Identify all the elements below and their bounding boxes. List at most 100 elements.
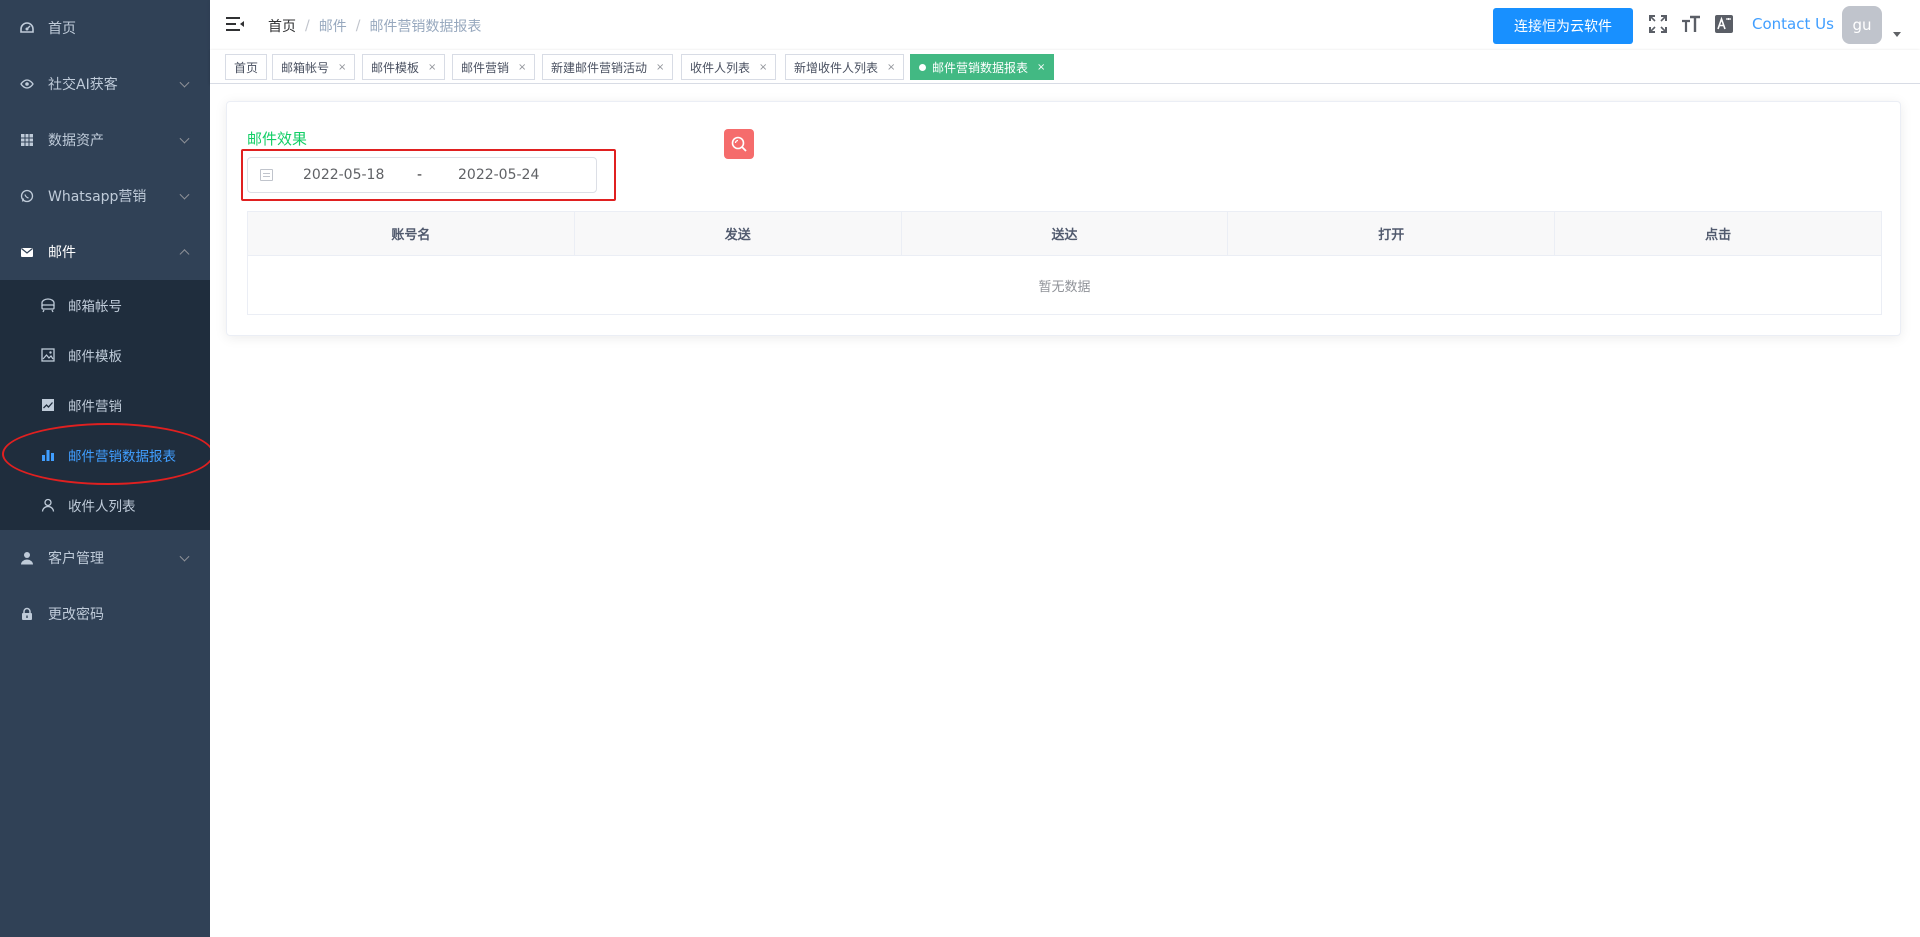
close-icon[interactable]: ×	[518, 62, 526, 73]
navbar: 首页 / 邮件 / 邮件营销数据报表 连接恒为云软件 Contact Us gu	[210, 0, 1920, 50]
date-start[interactable]: 2022-05-18	[303, 167, 384, 183]
submenu-item-label: 邮箱帐号	[68, 299, 122, 315]
sidebar-item-label: 数据资产	[48, 133, 104, 149]
line-chart-icon	[40, 397, 56, 413]
sidebar-item-mail-template[interactable]: 邮件模板	[0, 330, 210, 380]
card-title: 邮件效果	[247, 130, 308, 148]
sidebar-item-recipient-list[interactable]: 收件人列表	[0, 480, 210, 530]
breadcrumb-separator: /	[355, 18, 361, 34]
sidebar-item-mail-marketing[interactable]: 邮件营销	[0, 380, 210, 430]
tags-view: 首页 邮箱帐号 × 邮件模板 × 邮件营销 × 新建邮件营销活动 × 收件人列表…	[210, 50, 1920, 84]
tag-label: 邮箱帐号	[281, 60, 330, 75]
empty-state-text: 暂无数据	[1038, 279, 1091, 295]
chevron-down-icon	[179, 77, 190, 88]
chevron-down-icon	[179, 551, 190, 562]
hamburger-icon[interactable]	[226, 16, 244, 32]
sidebar-item-social-ai[interactable]: 社交AI获客	[0, 56, 210, 112]
tag-mail-template[interactable]: 邮件模板 ×	[362, 54, 446, 80]
sidebar-item-label: 首页	[48, 21, 76, 37]
chevron-down-icon	[179, 133, 190, 144]
tag-mail-report[interactable]: 邮件营销数据报表 ×	[910, 54, 1055, 80]
close-icon[interactable]: ×	[759, 62, 767, 73]
tag-label: 收件人列表	[690, 60, 751, 75]
column-header-account[interactable]: 账号名	[248, 212, 575, 255]
submenu-item-label: 邮件营销	[68, 399, 122, 415]
sidebar-item-whatsapp[interactable]: Whatsapp营销	[0, 168, 210, 224]
chevron-down-icon	[179, 189, 190, 200]
tag-mailbox-account[interactable]: 邮箱帐号 ×	[272, 54, 356, 80]
date-separator: -	[417, 167, 423, 183]
mail-icon	[20, 245, 34, 259]
report-card: 邮件效果 2022-05-18 - 2022-05-24 账号名 发送 送达 打…	[226, 101, 1901, 336]
sidebar-item-label: Whatsapp营销	[48, 189, 147, 205]
image-icon	[40, 347, 56, 363]
breadcrumb-mail: 邮件	[318, 19, 347, 35]
column-header-sent[interactable]: 发送	[575, 212, 902, 255]
contact-us-link[interactable]: Contact Us	[1752, 15, 1834, 33]
tag-label: 邮件营销	[461, 60, 510, 75]
column-header-clicked[interactable]: 点击	[1555, 212, 1881, 255]
report-table: 账号名 发送 送达 打开 点击 暂无数据	[247, 211, 1882, 315]
avatar[interactable]: gu	[1842, 6, 1882, 44]
fullscreen-icon[interactable]	[1648, 14, 1668, 34]
app-root: 首页 社交AI获客 数据资产 Whatsapp营销 邮件 邮箱帐号 邮件模板 邮…	[0, 0, 1920, 937]
tag-mail-marketing[interactable]: 邮件营销 ×	[452, 54, 536, 80]
breadcrumb-current: 邮件营销数据报表	[369, 19, 482, 35]
user-icon	[20, 551, 34, 565]
sidebar-item-mailbox-account[interactable]: 邮箱帐号	[0, 280, 210, 330]
person-icon	[40, 497, 56, 513]
tag-label: 新增收件人列表	[794, 60, 879, 75]
date-range-picker[interactable]: 2022-05-18 - 2022-05-24	[247, 157, 597, 193]
sidebar-item-mail-report[interactable]: 邮件营销数据报表	[0, 430, 210, 480]
close-icon[interactable]: ×	[887, 62, 895, 73]
column-header-opened[interactable]: 打开	[1228, 212, 1556, 255]
calendar-icon	[260, 169, 273, 181]
tag-label: 首页	[234, 60, 259, 75]
lock-icon	[20, 607, 34, 621]
mailbox-icon	[40, 297, 56, 313]
breadcrumb-separator: /	[305, 18, 310, 34]
tag-home[interactable]: 首页	[225, 54, 268, 80]
breadcrumb: 首页 / 邮件 / 邮件营销数据报表	[268, 16, 481, 36]
active-dot	[919, 63, 926, 71]
tag-label: 邮件模板	[371, 60, 420, 75]
date-end[interactable]: 2022-05-24	[458, 167, 539, 183]
submenu-item-label: 邮件模板	[68, 349, 122, 365]
sidebar-item-mail[interactable]: 邮件	[0, 224, 210, 280]
close-icon[interactable]: ×	[428, 62, 436, 73]
translate-icon[interactable]	[1714, 14, 1734, 34]
search-icon	[731, 136, 747, 152]
sidebar: 首页 社交AI获客 数据资产 Whatsapp营销 邮件 邮箱帐号 邮件模板 邮…	[0, 0, 214, 937]
tag-label: 邮件营销数据报表	[932, 60, 1029, 75]
whatsapp-icon	[20, 189, 34, 203]
sidebar-item-label: 更改密码	[48, 607, 104, 623]
column-header-delivered[interactable]: 送达	[902, 212, 1229, 255]
tag-recipient-list[interactable]: 收件人列表 ×	[681, 54, 777, 80]
sidebar-item-data-assets[interactable]: 数据资产	[0, 112, 210, 168]
font-size-icon[interactable]	[1681, 14, 1701, 34]
sidebar-item-home[interactable]: 首页	[0, 0, 210, 56]
sidebar-item-label: 社交AI获客	[48, 77, 118, 93]
caret-down-icon[interactable]	[1893, 32, 1901, 37]
close-icon[interactable]: ×	[338, 62, 346, 73]
main-content: 邮件效果 2022-05-18 - 2022-05-24 账号名 发送 送达 打…	[210, 84, 1920, 937]
sidebar-item-label: 邮件	[48, 245, 76, 261]
table-header: 账号名 发送 送达 打开 点击	[248, 212, 1881, 256]
submenu-item-label: 收件人列表	[68, 499, 136, 515]
sidebar-item-label: 客户管理	[48, 551, 104, 567]
close-icon[interactable]: ×	[1037, 62, 1045, 73]
breadcrumb-home[interactable]: 首页	[268, 16, 296, 36]
sidebar-item-change-password[interactable]: 更改密码	[0, 586, 210, 642]
table-icon	[20, 133, 34, 147]
tag-new-recipient-list[interactable]: 新增收件人列表 ×	[785, 54, 905, 80]
eye-icon	[20, 77, 34, 91]
tag-label: 新建邮件营销活动	[551, 60, 648, 75]
close-icon[interactable]: ×	[656, 62, 664, 73]
connect-cloud-button[interactable]: 连接恒为云软件	[1493, 8, 1633, 44]
dashboard-icon	[20, 21, 34, 35]
sidebar-item-customer-mgmt[interactable]: 客户管理	[0, 530, 210, 586]
bar-chart-icon	[40, 447, 56, 463]
tag-new-campaign[interactable]: 新建邮件营销活动 ×	[542, 54, 674, 80]
mail-submenu: 邮箱帐号 邮件模板 邮件营销 邮件营销数据报表 收件人列表	[0, 280, 210, 530]
search-button[interactable]	[724, 129, 754, 159]
